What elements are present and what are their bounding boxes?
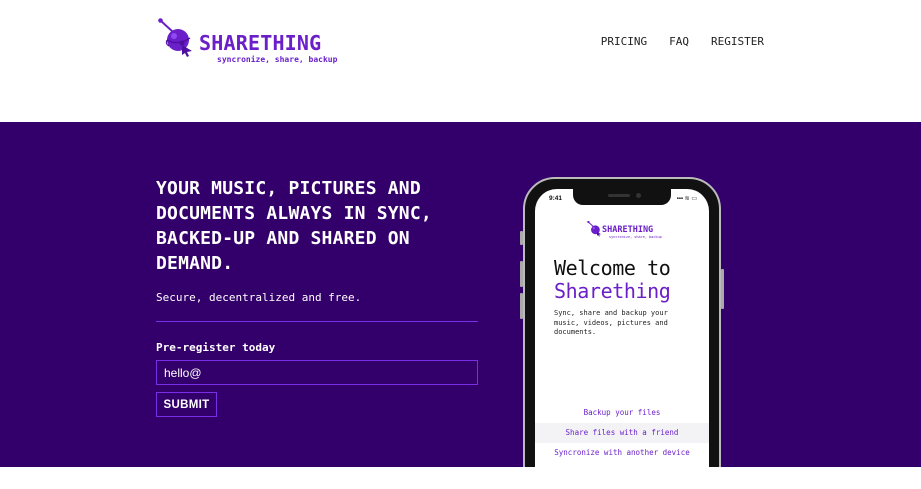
main-nav: PRICING FAQ REGISTER bbox=[579, 35, 764, 48]
hero-section: YOUR MUSIC, PICTURES AND DOCUMENTS ALWAY… bbox=[0, 122, 921, 467]
submit-button[interactable]: SUBMIT bbox=[156, 392, 217, 417]
brand-tagline: syncronize, share, backup bbox=[217, 55, 338, 64]
brand-logo[interactable]: SHARETHING syncronize, share, backup bbox=[157, 18, 347, 68]
phone-notch bbox=[573, 189, 671, 205]
app-logo: SHARETHING syncronize, share, backup bbox=[587, 221, 667, 241]
status-icons: ▪▪▪ ≋ ▭ bbox=[676, 196, 697, 202]
phone-volume-up bbox=[520, 261, 523, 287]
phone-screen: 9:41 ▪▪▪ ≋ ▭ SHARETHING syncronize, shar… bbox=[535, 189, 709, 467]
hero-headline: YOUR MUSIC, PICTURES AND DOCUMENTS ALWAY… bbox=[156, 178, 432, 274]
hero-divider bbox=[156, 321, 478, 322]
app-tagline: syncronize, share, backup bbox=[609, 235, 662, 239]
app-name: SHARETHING bbox=[602, 225, 654, 235]
email-input[interactable] bbox=[156, 360, 478, 385]
menu-item-sync[interactable]: Syncronize with another device bbox=[535, 443, 709, 463]
phone-mockup: 9:41 ▪▪▪ ≋ ▭ SHARETHING syncronize, shar… bbox=[520, 177, 724, 467]
nav-item-faq[interactable]: FAQ bbox=[669, 35, 689, 48]
app-menu: Backup your files Share files with a fri… bbox=[535, 403, 709, 463]
hero-subtext: Secure, decentralized and free. bbox=[156, 291, 362, 304]
site-header: SHARETHING syncronize, share, backup PRI… bbox=[0, 0, 921, 122]
preregister-label: Pre-register today bbox=[156, 341, 276, 354]
nav-item-pricing[interactable]: PRICING bbox=[601, 35, 647, 48]
brand-name: SHARETHING bbox=[199, 31, 322, 55]
menu-item-share[interactable]: Share files with a friend bbox=[535, 423, 709, 443]
status-time: 9:41 bbox=[549, 195, 563, 202]
phone-side-button bbox=[520, 231, 523, 245]
planet-cursor-logo-icon bbox=[587, 221, 601, 237]
camera-icon bbox=[636, 193, 641, 198]
phone-volume-down bbox=[520, 293, 523, 319]
welcome-title: Welcome to bbox=[554, 256, 671, 280]
welcome-brand: Sharething bbox=[554, 279, 671, 303]
planet-cursor-logo-icon bbox=[158, 18, 192, 57]
nav-item-register[interactable]: REGISTER bbox=[711, 35, 764, 48]
phone-power-button bbox=[721, 269, 724, 309]
menu-item-backup[interactable]: Backup your files bbox=[535, 403, 709, 423]
app-description: Sync, share and backup your music, video… bbox=[554, 309, 668, 336]
speaker-icon bbox=[608, 194, 630, 197]
